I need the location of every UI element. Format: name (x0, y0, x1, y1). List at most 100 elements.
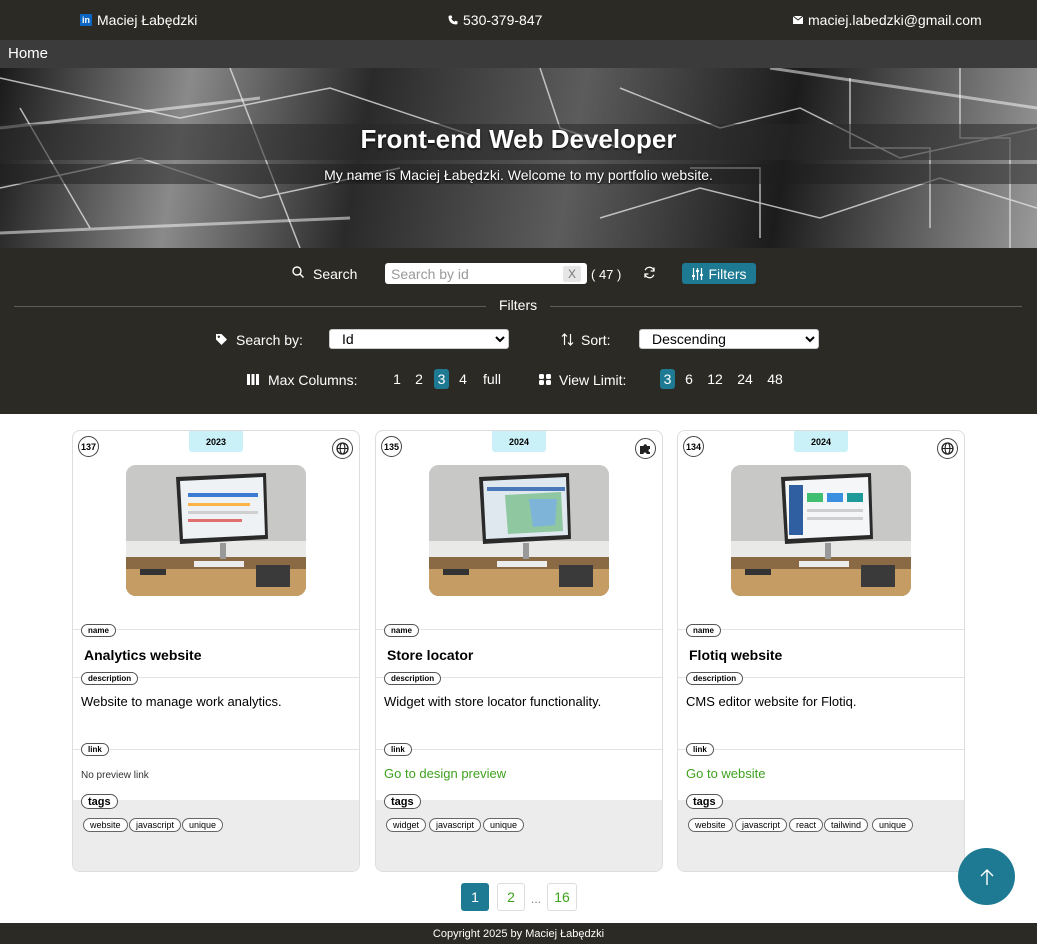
project-id-badge: 134 (683, 436, 704, 457)
page-button[interactable]: 2 (497, 883, 525, 911)
max-columns-option-3[interactable]: 3 (434, 369, 449, 389)
clear-search-button[interactable]: X (563, 266, 581, 282)
contact-email: maciej.labedzki@gmail.com (808, 12, 982, 28)
tags-section: tags website javascript unique (73, 794, 359, 871)
project-preview-image (429, 465, 609, 596)
globe-icon (937, 438, 958, 459)
link-field-label: link (81, 743, 109, 756)
project-link-text: No preview link (81, 770, 149, 781)
max-columns-label: Max Columns: (268, 372, 358, 388)
project-link[interactable]: Go to website (686, 766, 766, 781)
sliders-icon (692, 267, 704, 280)
description-field-label: description (81, 672, 139, 685)
tag-chip[interactable]: tailwind (824, 818, 869, 832)
project-card[interactable]: 137 2023 name Analytics website descript… (72, 430, 360, 872)
search-icon (292, 266, 304, 278)
project-card[interactable]: 134 2024 name Flotiq website description… (677, 430, 965, 872)
view-limit-option-12[interactable]: 12 (704, 369, 726, 389)
tags-field-label: tags (686, 794, 723, 809)
email-link[interactable]: maciej.labedzki@gmail.com (793, 12, 982, 28)
project-name: Flotiq website (689, 647, 783, 663)
project-card[interactable]: 135 2024 name Store locator description … (375, 430, 663, 872)
sort-label: Sort: (581, 332, 611, 348)
name-field-label: name (686, 624, 721, 637)
sort-arrows-icon (561, 333, 574, 346)
linkedin-link[interactable]: in Maciej Łabędzki (80, 12, 197, 28)
filters-toggle-button[interactable]: Filters (682, 263, 756, 284)
scroll-to-top-button[interactable] (958, 848, 1015, 905)
linkedin-icon: in (80, 14, 92, 26)
project-id-badge: 137 (78, 436, 99, 457)
grid-icon (539, 374, 551, 385)
name-field-label: name (81, 624, 116, 637)
tag-chip[interactable]: javascript (429, 818, 482, 832)
tag-icon (216, 334, 227, 345)
max-columns-option-1[interactable]: 1 (389, 369, 405, 389)
description-field-label: description (686, 672, 744, 685)
project-description: Website to manage work analytics. (81, 694, 282, 709)
copyright-text: Copyright 2025 by Maciej Łabędzki (432, 927, 605, 940)
tag-chip[interactable]: unique (483, 818, 525, 832)
link-field-label: link (384, 743, 412, 756)
link-field-label: link (686, 743, 714, 756)
hero-subtitle: My name is Maciej Łabędzki. Welcome to m… (324, 167, 713, 183)
phone-link[interactable]: 530-379-847 (448, 12, 542, 28)
refresh-icon[interactable] (643, 266, 656, 279)
project-description: Widget with store locator functionality. (384, 694, 602, 709)
search-by-label: Search by: (236, 332, 303, 348)
tags-section: tags widget javascript unique (376, 794, 662, 871)
footer: Copyright 2025 by Maciej Łabędzki (0, 923, 1037, 944)
description-field-label: description (384, 672, 442, 685)
tag-chip[interactable]: react (789, 818, 824, 832)
nav-home-link[interactable]: Home (8, 45, 48, 62)
globe-icon (332, 438, 353, 459)
hero-title: Front-end Web Developer (360, 124, 677, 154)
project-link[interactable]: Go to design preview (384, 766, 506, 781)
tag-chip[interactable]: javascript (129, 818, 182, 832)
project-name: Store locator (387, 647, 474, 663)
filters-button-label: Filters (708, 265, 747, 282)
filter-panel: Search X ( 47 ) Filters Filters Search b… (0, 248, 1037, 414)
project-preview-image (731, 465, 911, 596)
view-limit-option-24[interactable]: 24 (734, 369, 756, 389)
columns-icon (247, 374, 259, 385)
max-columns-option-2[interactable]: 2 (411, 369, 427, 389)
page-button-current[interactable]: 1 (461, 883, 489, 911)
view-limit-option-48[interactable]: 48 (764, 369, 786, 389)
main-nav: Home (0, 40, 1037, 68)
tag-chip[interactable]: widget (386, 818, 427, 832)
tag-chip[interactable]: website (83, 818, 128, 832)
contact-phone: 530-379-847 (463, 12, 543, 28)
tag-chip[interactable]: javascript (735, 818, 788, 832)
tag-chip[interactable]: website (688, 818, 733, 832)
page-button-last[interactable]: 16 (547, 883, 577, 911)
project-name: Analytics website (84, 647, 202, 663)
tags-field-label: tags (81, 794, 118, 809)
view-limit-label: View Limit: (559, 372, 627, 388)
contact-bar: in Maciej Łabędzki 530-379-847 maciej.la… (0, 0, 1037, 40)
view-limit-option-3[interactable]: 3 (660, 369, 675, 389)
divider-left (14, 306, 486, 307)
search-input[interactable] (385, 263, 587, 284)
hero-banner: Front-end Web Developer My name is Macie… (0, 68, 1037, 248)
result-count: ( 47 ) (591, 267, 622, 282)
arrow-up-icon (980, 868, 993, 885)
search-by-select[interactable]: Id (329, 329, 509, 349)
name-field-label: name (384, 624, 419, 637)
max-columns-option-4[interactable]: 4 (455, 369, 471, 389)
tag-chip[interactable]: unique (872, 818, 914, 832)
view-limit-option-6[interactable]: 6 (681, 369, 697, 389)
sort-select[interactable]: Descending (639, 329, 819, 349)
project-description: CMS editor website for Flotiq. (686, 694, 857, 709)
filters-heading: Filters (499, 297, 538, 313)
project-year-badge: 2024 (794, 431, 848, 452)
max-columns-option-full[interactable]: full (479, 369, 505, 389)
pagination-ellipsis: ... (531, 892, 542, 906)
tags-section: tags website javascript react tailwind u… (678, 794, 964, 871)
divider-right (550, 306, 1022, 307)
tag-chip[interactable]: unique (182, 818, 224, 832)
tags-field-label: tags (384, 794, 421, 809)
project-id-badge: 135 (381, 436, 402, 457)
project-year-badge: 2023 (189, 431, 243, 452)
project-preview-image (126, 465, 306, 596)
